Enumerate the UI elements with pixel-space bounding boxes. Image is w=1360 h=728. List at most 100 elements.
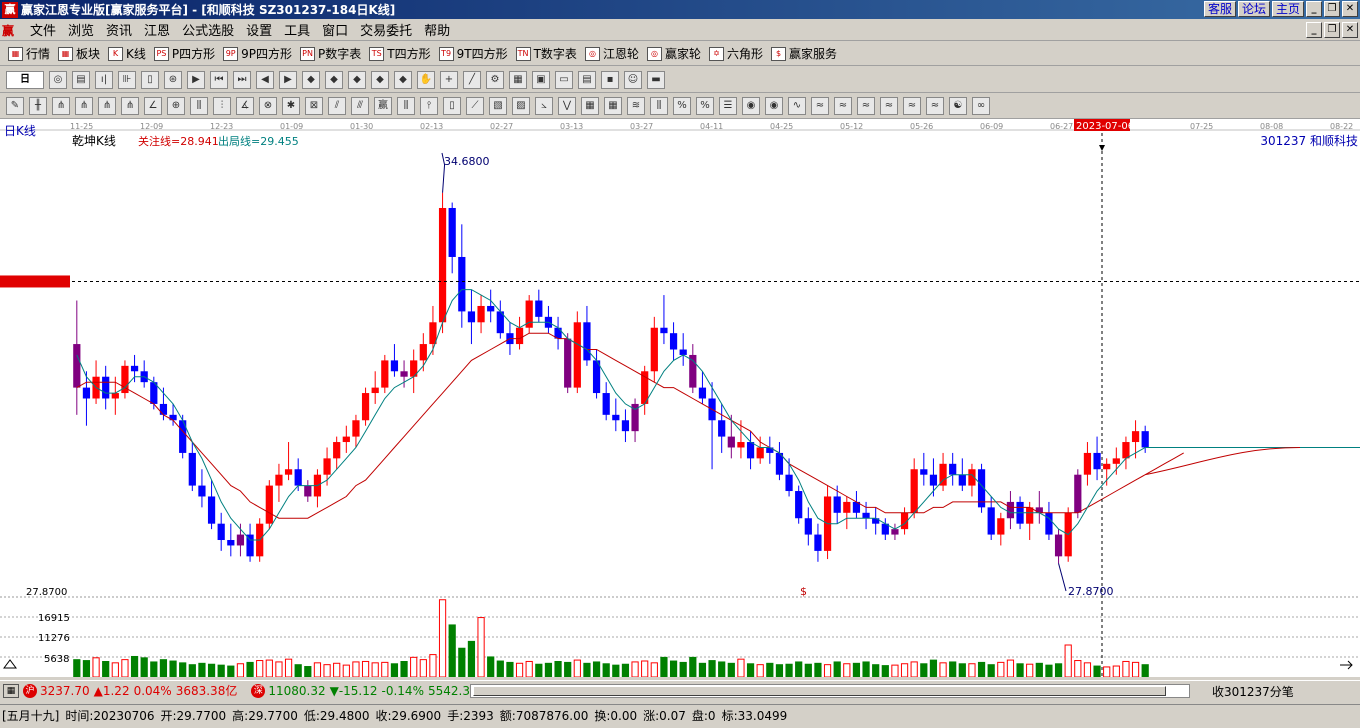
hexagon-button[interactable]: ✡ 六角形 (708, 45, 763, 62)
pencil-icon[interactable]: ✎ (6, 96, 24, 115)
percent-fan-icon[interactable]: % (673, 96, 691, 115)
gann-angle-icon[interactable]: ∠ (144, 96, 162, 115)
wave-icon[interactable]: ∿ (788, 96, 806, 115)
period-select[interactable]: 日 (6, 70, 44, 89)
circle-icon[interactable]: ⊕ (167, 96, 185, 115)
wave2-icon[interactable]: ≈ (811, 96, 829, 115)
tick-data-label[interactable]: 收301237分笔 (1212, 683, 1294, 700)
info-icon[interactable]: ▤ (72, 70, 90, 89)
mdi-restore-icon[interactable]: ❐ (1324, 22, 1340, 38)
gann-fan-3-icon[interactable]: ⋔ (98, 96, 116, 115)
tools-icon[interactable]: ⚙ (486, 70, 504, 89)
coin-icon[interactable]: ◉ (742, 96, 760, 115)
save-icon[interactable]: ▪ (601, 70, 619, 89)
menu-settings[interactable]: 设置 (240, 20, 278, 39)
measure-icon[interactable]: ⦣ (535, 96, 553, 115)
gann-wheel-button[interactable]: ◎ 江恩轮 (584, 45, 639, 62)
customer-service-link[interactable]: 客服 (1203, 1, 1236, 17)
menu-news[interactable]: 资讯 (100, 20, 138, 39)
yin-yang-icon[interactable]: ☯ (949, 96, 967, 115)
levels-icon[interactable]: ☰ (719, 96, 737, 115)
win-icon[interactable]: 赢 (374, 96, 392, 115)
columns-icon[interactable]: ⫼ (650, 96, 668, 115)
lines-icon[interactable]: ≋ (627, 96, 645, 115)
prev-icon[interactable]: ◀ (256, 70, 274, 89)
winner-wheel-button[interactable]: ◎ 赢家轮 (646, 45, 701, 62)
web-icon[interactable]: ⊠ (305, 96, 323, 115)
diamond-5-icon[interactable]: ◆ (394, 70, 412, 89)
kline-button[interactable]: K K线 (108, 45, 146, 62)
document-icon[interactable]: ▤ (578, 70, 596, 89)
channel-icon[interactable]: ▧ (489, 96, 507, 115)
forum-link[interactable]: 论坛 (1237, 1, 1270, 17)
line-icon[interactable]: ╱ (463, 70, 481, 89)
diamond-1-icon[interactable]: ◆ (302, 70, 320, 89)
flag-icon[interactable]: ▶ (187, 70, 205, 89)
coin2-icon[interactable]: ◉ (765, 96, 783, 115)
last-icon[interactable]: ⏭ (233, 70, 251, 89)
menu-help[interactable]: 帮助 (418, 20, 456, 39)
wave4-icon[interactable]: ≈ (857, 96, 875, 115)
bar-chart-icon[interactable]: ı| (95, 70, 113, 89)
sh-badge[interactable]: 沪 (23, 683, 37, 698)
table-icon[interactable]: ▦ (3, 683, 19, 698)
percent-icon[interactable]: % (696, 96, 714, 115)
menu-window[interactable]: 窗口 (316, 20, 354, 39)
indicator-select-icon[interactable]: ▯ (141, 70, 159, 89)
box-icon[interactable]: ▨ (512, 96, 530, 115)
calendar-icon[interactable]: ▣ (532, 70, 550, 89)
infinity-icon[interactable]: ∞ (972, 96, 990, 115)
angle-icon[interactable]: ∡ (236, 96, 254, 115)
zigzag-icon[interactable]: ⋁ (558, 96, 576, 115)
kline-chart-area[interactable]: 11-25 12-09 12-23 01-09 01-30 02-13 02-27 03-13… (0, 119, 1360, 677)
overlay-icon[interactable]: ◎ (49, 70, 67, 89)
sectors-button[interactable]: ▦ 板块 (58, 45, 100, 62)
wave3-icon[interactable]: ≈ (834, 96, 852, 115)
cycle-icon[interactable]: ⫼ (190, 96, 208, 115)
minimize-icon[interactable]: _ (1306, 1, 1322, 17)
quotes-button[interactable]: ▦ 行情 (8, 45, 50, 62)
next-icon[interactable]: ▶ (279, 70, 297, 89)
9t-square-button[interactable]: T9 9T四方形 (438, 45, 508, 62)
homepage-link[interactable]: 主页 (1271, 1, 1304, 17)
diamond-3-icon[interactable]: ◆ (348, 70, 366, 89)
menu-trade[interactable]: 交易委托 (354, 20, 418, 39)
crosshair-icon[interactable]: + (440, 70, 458, 89)
mdi-close-icon[interactable]: ✕ (1342, 22, 1358, 38)
candle-icon[interactable]: ⊪ (118, 70, 136, 89)
9p-square-button[interactable]: 9P 9P四方形 (223, 45, 292, 62)
menu-browse[interactable]: 浏览 (62, 20, 100, 39)
p-number-table-button[interactable]: PN P数字表 (300, 45, 361, 62)
truck-icon[interactable]: ▬ (647, 70, 665, 89)
winner-service-button[interactable]: $ 赢家服务 (770, 45, 837, 62)
gann-fan-2-icon[interactable]: ⋔ (75, 96, 93, 115)
menu-tools[interactable]: 工具 (278, 20, 316, 39)
grid-icon[interactable]: ▦ (509, 70, 527, 89)
split-icon[interactable]: ⫯ (420, 96, 438, 115)
star-icon[interactable]: ✱ (282, 96, 300, 115)
diamond-4-icon[interactable]: ◆ (371, 70, 389, 89)
ray-icon[interactable]: ⟋ (466, 96, 484, 115)
t-square-button[interactable]: TS T四方形 (369, 45, 431, 62)
gann-grid-icon[interactable]: ╫ (29, 96, 47, 115)
wave7-icon[interactable]: ≈ (926, 96, 944, 115)
comb-icon[interactable]: ⫼ (397, 96, 415, 115)
diamond-2-icon[interactable]: ◆ (325, 70, 343, 89)
kline-chart-svg[interactable]: 11-25 12-09 12-23 01-09 01-30 02-13 02-27 03-13… (0, 119, 1360, 677)
menu-gann[interactable]: 江恩 (138, 20, 176, 39)
t-number-table-button[interactable]: TN T数字表 (515, 45, 577, 62)
time-cycle-icon[interactable]: ⫶ (213, 96, 231, 115)
menu-file[interactable]: 文件 (24, 20, 62, 39)
first-icon[interactable]: ⏮ (210, 70, 228, 89)
restore-icon[interactable]: ❐ (1324, 1, 1340, 17)
zoom-icon[interactable]: ⊛ (164, 70, 182, 89)
horizontal-scrollbar[interactable] (470, 684, 1190, 698)
scrollbar-thumb[interactable] (473, 686, 1166, 696)
gann-fan-1-icon[interactable]: ⋔ (52, 96, 70, 115)
rect-icon[interactable]: ▯ (443, 96, 461, 115)
table-grid-icon[interactable]: ▦ (581, 96, 599, 115)
fib-icon[interactable]: ⫽ (328, 96, 346, 115)
table-grid2-icon[interactable]: ▦ (604, 96, 622, 115)
gann-fan-4-icon[interactable]: ⋔ (121, 96, 139, 115)
close-icon[interactable]: ✕ (1342, 1, 1358, 17)
